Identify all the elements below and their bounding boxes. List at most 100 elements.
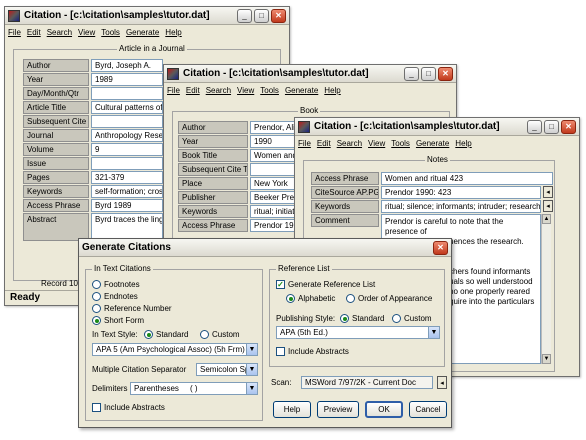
chevron-down-icon[interactable]: ▼ xyxy=(246,344,257,355)
field-value[interactable]: 1989 xyxy=(91,73,163,86)
menu-search[interactable]: Search xyxy=(47,28,72,37)
field-value[interactable] xyxy=(91,115,163,128)
radio-endnotes[interactable]: Endnotes xyxy=(92,292,138,301)
publishing-style-select[interactable]: APA (5th Ed.) ▼ xyxy=(276,326,440,339)
close-icon[interactable]: ✕ xyxy=(271,8,286,23)
minimize-icon[interactable]: _ xyxy=(404,66,419,81)
field-label: Access Phrase xyxy=(311,172,379,185)
in-text-style-select[interactable]: APA 5 (Am Psychological Assoc) (5h Frm) … xyxy=(92,343,258,356)
field-value[interactable]: 9 xyxy=(91,143,163,156)
menu-edit[interactable]: Edit xyxy=(186,86,200,95)
window-titlebar[interactable]: Citation - [c:\citation\samples\tutor.da… xyxy=(164,65,456,83)
radio-style-custom[interactable]: Custom xyxy=(200,330,240,339)
menu-tools[interactable]: Tools xyxy=(391,139,410,148)
field-value[interactable]: New York xyxy=(250,177,296,190)
field-value[interactable]: Women and xyxy=(250,149,296,162)
menu-file[interactable]: File xyxy=(8,28,21,37)
menu-generate[interactable]: Generate xyxy=(126,28,159,37)
menu-view[interactable]: View xyxy=(368,139,385,148)
menu-search[interactable]: Search xyxy=(337,139,362,148)
ok-button[interactable]: OK xyxy=(365,401,403,418)
minimize-icon[interactable]: _ xyxy=(237,8,252,23)
multiple-separator-select[interactable]: Semicolon Space ▼ xyxy=(196,363,258,376)
field-label: Access Phrase xyxy=(23,199,89,212)
field-value[interactable]: Byrd, Joseph A. xyxy=(91,59,163,72)
field-value[interactable] xyxy=(250,163,296,176)
lookup-arrow-icon[interactable]: ◂ xyxy=(543,186,553,198)
window-titlebar[interactable]: Citation - [c:\citation\samples\tutor.da… xyxy=(5,7,289,25)
field-value[interactable]: self-formation; cross xyxy=(91,185,163,198)
menu-view[interactable]: View xyxy=(237,86,254,95)
menu-help[interactable]: Help xyxy=(165,28,181,37)
field-value[interactable] xyxy=(91,157,163,170)
radio-reference-number[interactable]: Reference Number xyxy=(92,304,172,313)
radio-pub-custom[interactable]: Custom xyxy=(392,314,432,323)
field-value[interactable]: 321-379 xyxy=(91,171,163,184)
field-value[interactable]: ritual; silence; informants; intruder; r… xyxy=(381,200,541,213)
delimiter-symbols: ( ) xyxy=(190,384,198,393)
maximize-icon[interactable]: □ xyxy=(421,66,436,81)
menu-tools[interactable]: Tools xyxy=(260,86,279,95)
menu-generate[interactable]: Generate xyxy=(285,86,318,95)
scroll-down-icon[interactable]: ▼ xyxy=(542,354,551,364)
maximize-icon[interactable]: □ xyxy=(544,119,559,134)
field-label: CiteSource AP.PG xyxy=(311,186,379,199)
menu-help[interactable]: Help xyxy=(455,139,471,148)
menu-edit[interactable]: Edit xyxy=(27,28,41,37)
radio-alphabetic[interactable]: Alphabetic xyxy=(286,294,335,303)
radio-short-form[interactable]: Short Form xyxy=(92,316,144,325)
menu-tools[interactable]: Tools xyxy=(101,28,120,37)
chevron-down-icon[interactable]: ▼ xyxy=(246,383,257,394)
close-icon[interactable]: ✕ xyxy=(438,66,453,81)
preview-button[interactable]: Preview xyxy=(317,401,359,418)
field-row: Volume 9 xyxy=(23,143,163,156)
delimiters-select[interactable]: Parentheses ( ) ▼ xyxy=(130,382,258,395)
cancel-button[interactable]: Cancel xyxy=(409,401,447,418)
field-value[interactable] xyxy=(91,87,163,100)
help-button[interactable]: Help xyxy=(273,401,311,418)
field-row: Issue xyxy=(23,157,163,170)
radio-footnotes[interactable]: Footnotes xyxy=(92,280,140,289)
menu-help[interactable]: Help xyxy=(324,86,340,95)
scan-label: Scan: xyxy=(271,378,292,387)
scroll-up-icon[interactable]: ▲ xyxy=(542,214,551,224)
minimize-icon[interactable]: _ xyxy=(527,119,542,134)
radio-pub-standard[interactable]: Standard xyxy=(340,314,384,323)
ref-include-abstracts-checkbox[interactable]: Include Abstracts xyxy=(276,347,349,356)
close-icon[interactable]: ✕ xyxy=(561,119,576,134)
menu-edit[interactable]: Edit xyxy=(317,139,331,148)
menu-file[interactable]: File xyxy=(298,139,311,148)
dialog-titlebar[interactable]: Generate Citations ✕ xyxy=(79,239,451,257)
menu-search[interactable]: Search xyxy=(206,86,231,95)
comment-scrollbar[interactable]: ▲ ▼ xyxy=(541,214,551,364)
window-title: Citation - [c:\citation\samples\tutor.da… xyxy=(24,10,210,21)
scan-field[interactable]: MSWord 7/97/2K - Current Doc xyxy=(301,376,433,389)
field-row: Day/Month/Qtr xyxy=(23,87,163,100)
field-value[interactable]: Prendor 199 xyxy=(250,219,296,232)
chevron-down-icon[interactable]: ▼ xyxy=(246,364,257,375)
field-value[interactable]: Anthropology Resea xyxy=(91,129,163,142)
field-value[interactable]: Women and ritual 423 xyxy=(381,172,553,185)
menu-view[interactable]: View xyxy=(78,28,95,37)
generate-reference-list-checkbox[interactable]: ✓ Generate Reference List xyxy=(276,280,375,289)
field-value[interactable]: Byrd 1989 xyxy=(91,199,163,212)
field-value[interactable]: Beeker Pre xyxy=(250,191,296,204)
field-value[interactable]: ritual; initiati xyxy=(250,205,296,218)
lookup-arrow-icon[interactable]: ◂ xyxy=(543,200,553,212)
close-icon[interactable]: ✕ xyxy=(433,240,448,255)
menu-generate[interactable]: Generate xyxy=(416,139,449,148)
radio-order-of-appearance[interactable]: Order of Appearance xyxy=(346,294,432,303)
scan-arrow-icon[interactable]: ◂ xyxy=(437,376,447,389)
include-abstracts-checkbox[interactable]: Include Abstracts xyxy=(92,403,165,412)
menu-file[interactable]: File xyxy=(167,86,180,95)
multiple-separator-label: Multiple Citation Separator xyxy=(92,365,187,374)
maximize-icon[interactable]: □ xyxy=(254,8,269,23)
field-value[interactable]: Prendor 1990: 423 xyxy=(381,186,541,199)
window-titlebar[interactable]: Citation - [c:\citation\samples\tutor.da… xyxy=(295,118,579,136)
field-value[interactable]: Cultural patterns of i xyxy=(91,101,163,114)
field-value[interactable]: Prendor, Ali xyxy=(250,121,296,134)
field-value[interactable]: 1990 xyxy=(250,135,296,148)
radio-style-standard[interactable]: Standard xyxy=(144,330,188,339)
field-value[interactable]: Byrd traces the lingu xyxy=(91,213,163,241)
chevron-down-icon[interactable]: ▼ xyxy=(428,327,439,338)
